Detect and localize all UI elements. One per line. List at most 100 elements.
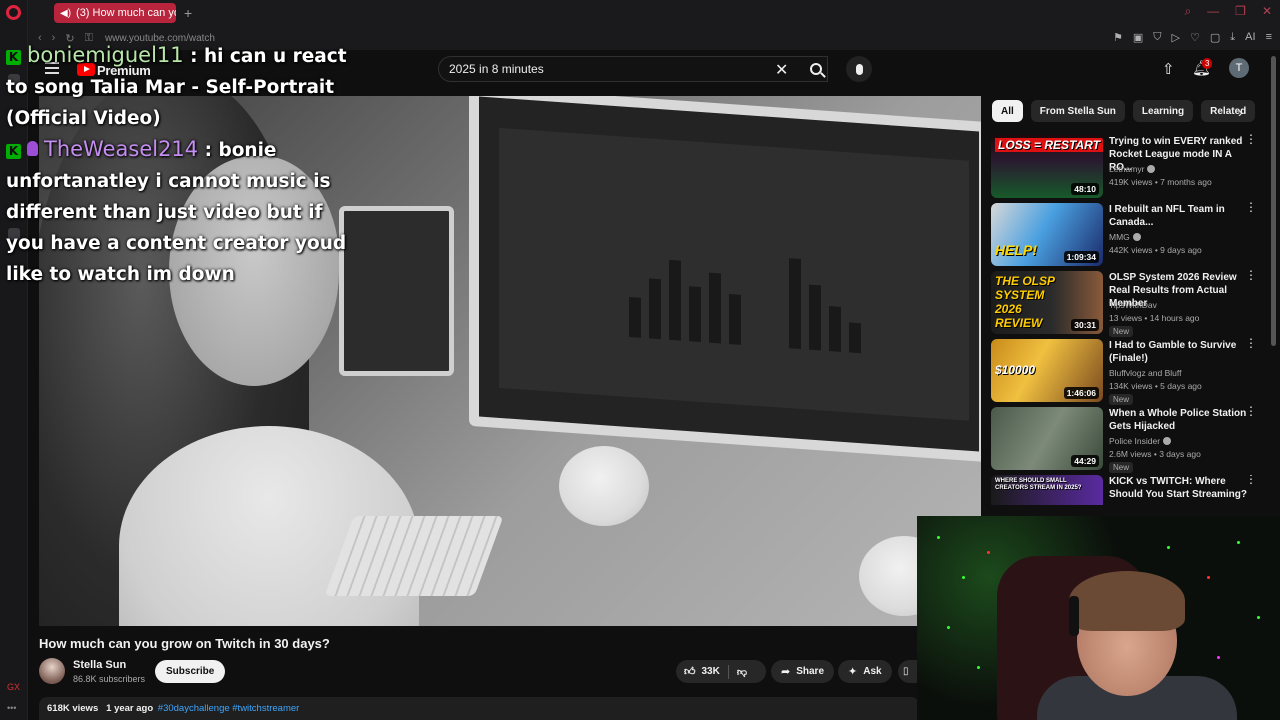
chat-username: boniemiguel11 [27,43,184,67]
video-meta: 419K views • 7 months ago [1109,177,1212,187]
thumbnail-text: HELP! [995,242,1037,258]
channel-name[interactable]: Stella Sun [73,659,126,671]
opera-logo-icon[interactable] [6,5,21,20]
webcam-streamer-hair [1069,571,1185,631]
video-thumbnail[interactable]: THE OLSP SYSTEM 2026 REVIEW 30:31 [991,271,1103,334]
channel-name: Police Insider [1109,436,1161,446]
close-icon[interactable]: ✕ [1262,4,1272,19]
shield-icon[interactable]: ⛉ [1153,31,1161,44]
sidebar-gx-icon[interactable]: GX [7,682,20,692]
chevron-right-icon[interactable]: › [1238,104,1243,120]
like-button[interactable]: 👍︎ 33K [676,660,728,683]
list-item[interactable]: LOSS = RESTART 48:10 Trying to win EVERY… [991,133,1263,203]
chip-from-channel[interactable]: From Stella Sun [1030,100,1125,122]
more-options-icon[interactable]: ⋮ [1245,475,1257,485]
play-icon[interactable]: ▷ [1172,31,1180,44]
scrollbar[interactable] [1271,56,1276,346]
verified-icon [1147,165,1156,173]
chip-learning[interactable]: Learning [1132,100,1194,122]
list-item[interactable]: THE OLSP SYSTEM 2026 REVIEW 30:31 OLSP S… [991,269,1263,339]
ai-icon[interactable]: AI [1245,31,1255,44]
duration-badge: 1:09:34 [1063,251,1099,263]
thumbnail-text: LOSS = RESTART [995,138,1103,152]
channel-name[interactable]: Bluffvlogz and Bluff [1109,368,1181,378]
recommendation-list: LOSS = RESTART 48:10 Trying to win EVERY… [991,133,1263,505]
box-icon[interactable]: ▢ [1210,31,1220,44]
chip-all[interactable]: All [992,100,1023,122]
verified-icon [1132,233,1141,241]
microphone-icon [855,63,863,75]
video-meta: 13 views • 14 hours ago [1109,313,1200,323]
kick-badge-icon: K [6,144,21,159]
search-icon [810,63,822,75]
bookmark-icon: ▯ [903,666,909,677]
more-options-icon[interactable]: ⋮ [1245,405,1257,417]
chat-message: K TheWeasel214 : bonie unfortanatley i ca… [6,134,366,290]
video-title[interactable]: KICK vs TWITCH: Where Should You Start S… [1109,475,1247,501]
search-button[interactable] [800,56,832,82]
video-thumbnail[interactable]: WHERE SHOULD SMALL CREATORS STREAM IN 20… [991,475,1103,505]
more-options-icon[interactable]: ⋮ [1245,337,1257,349]
avatar[interactable]: T [1229,58,1249,78]
new-tab-icon[interactable]: + [184,5,192,21]
clear-search-icon[interactable]: ✕ [775,60,788,80]
list-item[interactable]: 44:29 When a Whole Police Station Gets H… [991,405,1263,475]
heart-icon[interactable]: ♡ [1190,31,1200,44]
subscribe-button[interactable]: Subscribe [155,660,226,683]
channel-avatar[interactable] [39,658,65,684]
share-icon: ➦ [781,666,791,678]
create-icon[interactable]: ⇧ [1162,60,1175,78]
search-input[interactable]: 2025 in 8 minutes [438,56,828,82]
video-thumbnail[interactable]: $10000 1:46:06 [991,339,1103,402]
more-options-icon[interactable]: ⋮ [1245,133,1257,145]
subscriber-count: 86.8K subscribers [73,674,146,684]
ask-label: Ask [863,666,882,677]
thumbs-down-icon: 👎︎ [736,666,748,678]
camera-icon[interactable]: ▣ [1133,31,1143,44]
video-thumbnail[interactable]: 44:29 [991,407,1103,470]
search-tabs-icon[interactable]: ⌕ [1184,4,1191,19]
address-bar-tools: ⚑ ▣ ⛉ ▷ ♡ ▢ ⤓ AI ≡ [1113,31,1272,44]
video-title[interactable]: I Rebuilt an NFL Team in Canada... [1109,203,1247,229]
tab-youtube[interactable]: ◀) (3) How much can you [54,3,176,23]
more-options-icon[interactable]: ⋮ [1245,201,1257,213]
minimize-icon[interactable]: — [1207,4,1219,19]
video-title[interactable]: When a Whole Police Station Gets Hijacke… [1109,407,1247,433]
new-badge: New [1109,394,1134,405]
tab-bar: ◀) (3) How much can you + ⌕ — ❐ ✕ [28,0,1280,26]
video-frame-keyboard [324,516,504,596]
video-meta: 2.6M views • 3 days ago [1109,449,1201,459]
video-thumbnail[interactable]: LOSS = RESTART 48:10 [991,135,1103,198]
voice-search-button[interactable] [846,56,872,82]
thumbs-up-icon: 👍︎ [684,666,696,678]
save-button[interactable]: ▯ [898,660,918,683]
video-thumbnail[interactable]: HELP! 1:09:34 [991,203,1103,266]
bookmark-icon[interactable]: ⚑ [1113,31,1123,44]
video-meta: 442K views • 9 days ago [1109,245,1202,255]
chat-username: TheWeasel214 [44,137,199,161]
video-title: How much can you grow on Twitch in 30 da… [39,636,330,651]
video-frame-screen [499,127,969,421]
subscriber-badge-icon [27,141,38,156]
description-box[interactable]: 618K views 1 year ago #30daychallenge #t… [39,697,919,720]
more-options-icon[interactable]: ⋮ [1245,269,1257,281]
channel-name: MMG [1109,232,1130,242]
list-item[interactable]: WHERE SHOULD SMALL CREATORS STREAM IN 20… [991,475,1263,505]
ask-button[interactable]: ✦ Ask [838,660,892,683]
dislike-button[interactable]: 👎︎ [729,660,755,683]
verified-icon [1163,437,1172,445]
download-icon[interactable]: ⤓ [1230,31,1235,44]
duration-badge: 1:46:06 [1063,387,1099,399]
list-item[interactable]: HELP! 1:09:34 I Rebuilt an NFL Team in C… [991,201,1263,271]
sidebar-more-icon[interactable]: ••• [7,703,16,713]
chip-related[interactable]: Related [1201,100,1256,122]
hashtags[interactable]: #30daychallenge #twitchstreamer [158,703,300,714]
duration-badge: 48:10 [1071,183,1099,195]
video-title[interactable]: I Had to Gamble to Survive (Finale!) [1109,339,1247,365]
channel-name[interactable]: TipsWithDav [1109,300,1157,310]
menu-icon[interactable]: ≡ [1266,31,1272,44]
share-button[interactable]: ➦ Share [771,660,835,683]
speaker-icon[interactable]: ◀) [60,8,71,19]
list-item[interactable]: $10000 1:46:06 I Had to Gamble to Surviv… [991,337,1263,407]
maximize-icon[interactable]: ❐ [1235,4,1246,19]
